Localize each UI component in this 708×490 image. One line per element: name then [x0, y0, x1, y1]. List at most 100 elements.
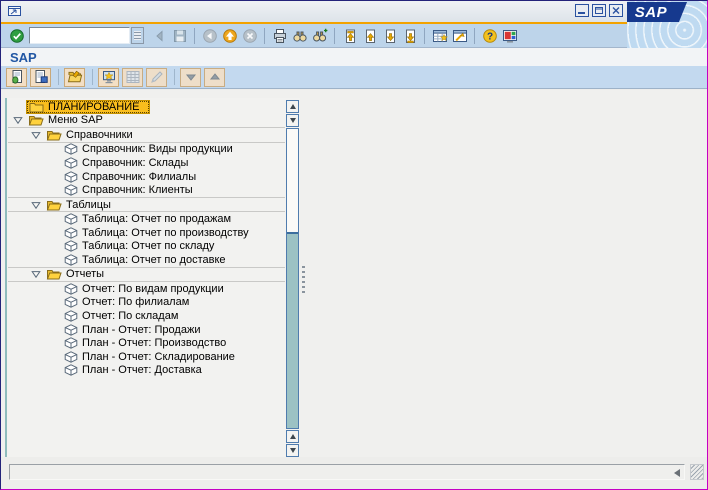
new-session-icon	[432, 28, 448, 44]
tree-item[interactable]: Справочник: Филиалы	[8, 170, 285, 184]
triangle-down-icon	[289, 118, 296, 123]
transaction-icon	[64, 157, 78, 169]
tree-item[interactable]: Отчет: По складам	[8, 309, 285, 323]
minimize-button[interactable]	[575, 4, 589, 17]
customize-button[interactable]	[500, 26, 519, 45]
find-icon	[292, 28, 308, 44]
sap-menu-icon	[33, 69, 49, 85]
tree-item[interactable]: Таблица: Отчет по производству	[8, 226, 285, 240]
edit-icon	[149, 69, 165, 85]
exit-button[interactable]	[220, 26, 239, 45]
expander-icon[interactable]	[30, 130, 42, 140]
node: План - Отчет: Доставка	[62, 364, 204, 376]
status-message-field[interactable]	[9, 464, 685, 480]
tree-item[interactable]: Меню SAP	[8, 114, 285, 128]
edit-button[interactable]	[146, 67, 167, 87]
system-menu-icon[interactable]	[7, 4, 23, 18]
tree-item[interactable]: Отчет: По филиалам	[8, 296, 285, 310]
command-input[interactable]	[29, 27, 130, 44]
cancel-button[interactable]	[240, 26, 259, 45]
sap-logo-text: SAP	[634, 3, 668, 21]
collapse-command-icon	[152, 28, 168, 44]
command-history-dropdown[interactable]	[131, 27, 144, 44]
print-button[interactable]	[270, 26, 289, 45]
transaction-icon	[64, 254, 78, 266]
tree-item[interactable]: Справочники	[8, 127, 285, 143]
find-button[interactable]	[290, 26, 309, 45]
assign-users-icon	[101, 69, 117, 85]
tree-item[interactable]: План - Отчет: Доставка	[8, 363, 285, 377]
first-page-button[interactable]	[340, 26, 359, 45]
transaction-icon	[64, 323, 78, 336]
assign-users-button[interactable]	[98, 67, 119, 87]
scrollbar-track[interactable]	[286, 128, 299, 429]
tree-item[interactable]: Таблица: Отчет по складу	[8, 239, 285, 253]
other-menu-icon	[9, 69, 25, 85]
create-shortcut-icon	[452, 28, 468, 44]
sap-window: SAP ? SAP ПЛАНИРОВАНИЕ Меню SAP Справочник…	[0, 0, 708, 490]
scroll-up-button[interactable]	[286, 100, 299, 113]
tree-item[interactable]: Справочник: Виды продукции	[8, 143, 285, 157]
restore-button[interactable]	[592, 4, 606, 17]
collapse-command-button[interactable]	[150, 26, 169, 45]
tree-item[interactable]: Таблица: Отчет по продажам	[8, 212, 285, 226]
node: Отчет: По складам	[62, 310, 180, 322]
scroll-down-button-bottom[interactable]	[286, 444, 299, 457]
prev-page-button[interactable]	[360, 26, 379, 45]
node: Таблица: Отчет по продажам	[62, 213, 233, 225]
cancel-icon	[242, 28, 258, 44]
application-toolbar	[1, 66, 707, 89]
tree-item[interactable]: ПЛАНИРОВАНИЕ	[8, 100, 285, 114]
scroll-down-button[interactable]	[286, 114, 299, 127]
page-title: SAP	[10, 50, 37, 65]
enter-button[interactable]	[7, 26, 26, 45]
nav-back-icon	[202, 28, 218, 44]
find-next-button[interactable]	[310, 26, 329, 45]
splitter-handle[interactable]	[302, 266, 306, 293]
toolbar-separator	[58, 69, 59, 85]
help-icon: ?	[482, 28, 498, 44]
tree-item[interactable]: Справочник: Клиенты	[8, 183, 285, 197]
tree-item[interactable]: Отчеты	[8, 266, 285, 283]
nav-back-button[interactable]	[200, 26, 219, 45]
last-page-button[interactable]	[400, 26, 419, 45]
tree-item[interactable]: Таблица: Отчет по доставке	[8, 253, 285, 267]
tree-item-label: Справочник: Склады	[82, 156, 189, 169]
node: Отчеты	[44, 268, 106, 280]
create-role-button[interactable]	[64, 67, 85, 87]
move-down-button[interactable]	[180, 67, 201, 87]
tree-item[interactable]: Отчет: По видам продукции	[8, 282, 285, 296]
status-expand-icon[interactable]	[674, 469, 680, 477]
next-page-button[interactable]	[380, 26, 399, 45]
navigation-tree: ПЛАНИРОВАНИЕ Меню SAP Справочники Справочни…	[5, 98, 300, 459]
resize-grip[interactable]	[690, 464, 704, 480]
tree-item[interactable]: Справочник: Склады	[8, 156, 285, 170]
tree-item-label: Отчет: По складам	[82, 309, 179, 322]
tree-item[interactable]: План - Отчет: Складирование	[8, 350, 285, 364]
node: Отчет: По видам продукции	[62, 283, 226, 295]
other-menu-button[interactable]	[6, 67, 27, 87]
tree-item-label: План - Отчет: Производство	[82, 337, 227, 350]
expander-icon[interactable]	[30, 200, 42, 210]
sap-menu-button[interactable]	[30, 67, 51, 87]
create-shortcut-button[interactable]	[450, 26, 469, 45]
new-session-button[interactable]	[430, 26, 449, 45]
move-up-button[interactable]	[204, 67, 225, 87]
node: План - Отчет: Производство	[62, 337, 228, 349]
tree-item[interactable]: План - Отчет: Продажи	[8, 323, 285, 337]
tree-item[interactable]: План - Отчет: Производство	[8, 336, 285, 350]
enter-check-icon	[9, 28, 24, 43]
help-button[interactable]: ?	[480, 26, 499, 45]
expander-icon[interactable]	[12, 115, 24, 125]
node: Таблица: Отчет по производству	[62, 227, 251, 239]
tree-item[interactable]: Таблицы	[8, 196, 285, 213]
scrollbar-thumb[interactable]	[287, 129, 298, 234]
scroll-up-button-bottom[interactable]	[286, 430, 299, 443]
node: Справочник: Клиенты	[62, 184, 195, 196]
expander-icon[interactable]	[30, 269, 42, 279]
save-button[interactable]	[170, 26, 189, 45]
transaction-icon	[64, 184, 78, 196]
close-button[interactable]	[609, 4, 623, 17]
documentation-button[interactable]	[122, 67, 143, 87]
transaction-icon	[64, 226, 78, 239]
